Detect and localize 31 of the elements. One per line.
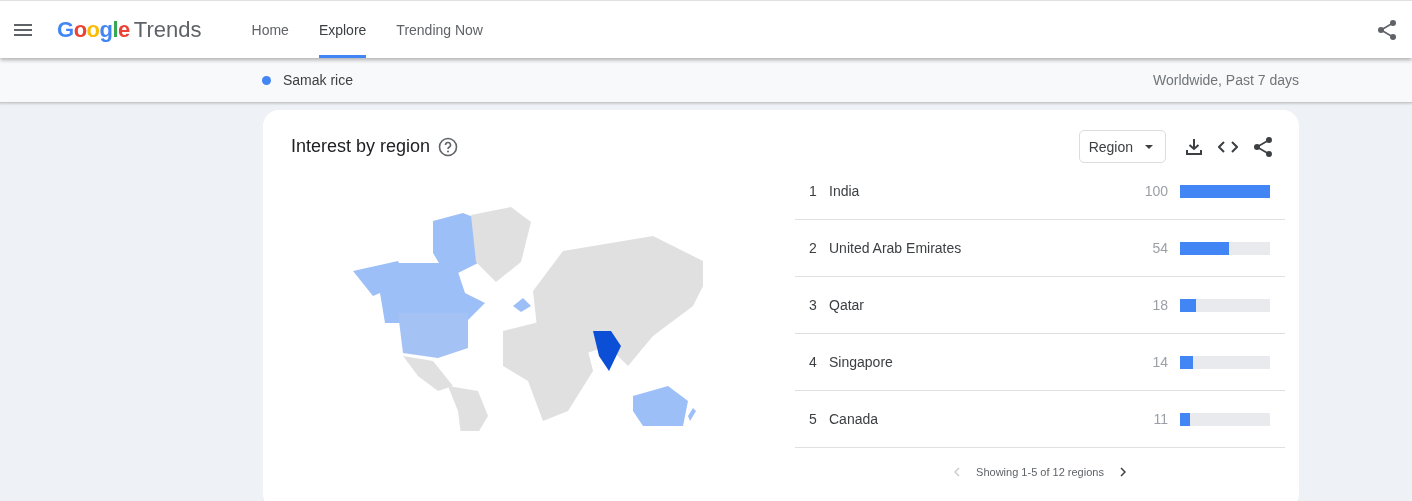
scope-label: Worldwide, Past 7 days <box>1152 72 1299 88</box>
interest-value: 54 <box>1152 240 1168 256</box>
share-icon[interactable] <box>1378 19 1396 40</box>
region-name[interactable]: India <box>829 183 1145 199</box>
help-icon[interactable] <box>438 136 459 157</box>
interest-value: 11 <box>1153 411 1168 427</box>
card-title: Interest by region <box>291 136 431 157</box>
download-icon[interactable] <box>1186 138 1202 155</box>
region-name[interactable]: Qatar <box>829 297 1153 313</box>
share-icon[interactable] <box>1254 136 1272 157</box>
embed-icon[interactable] <box>1218 140 1238 153</box>
caret-icon <box>1145 144 1153 149</box>
pagination-label: Showing 1-5 of 12 regions <box>976 466 1104 478</box>
menu-icon[interactable] <box>14 23 32 36</box>
google-trends-logo[interactable]: Google Trends <box>57 16 202 43</box>
interest-value: 18 <box>1152 297 1168 313</box>
rank-number: 3 <box>808 297 818 313</box>
rank-number: 2 <box>808 240 818 256</box>
region-name[interactable]: United Arab Emirates <box>829 240 1153 256</box>
rank-number: 4 <box>808 354 818 370</box>
interest-value: 100 <box>1144 183 1168 199</box>
interest-value: 14 <box>1152 354 1168 370</box>
region-name[interactable]: Canada <box>829 411 1154 427</box>
rank-number: 1 <box>808 183 818 199</box>
next-icon[interactable] <box>1119 467 1126 477</box>
nav-tab[interactable]: Trending Now <box>396 1 483 58</box>
region-name[interactable]: Singapore <box>829 354 1153 370</box>
search-term: Samak rice <box>283 72 354 88</box>
nav-tab[interactable]: Home <box>251 1 289 58</box>
region-dropdown[interactable]: Region <box>1078 130 1166 163</box>
rank-number: 5 <box>808 411 818 427</box>
